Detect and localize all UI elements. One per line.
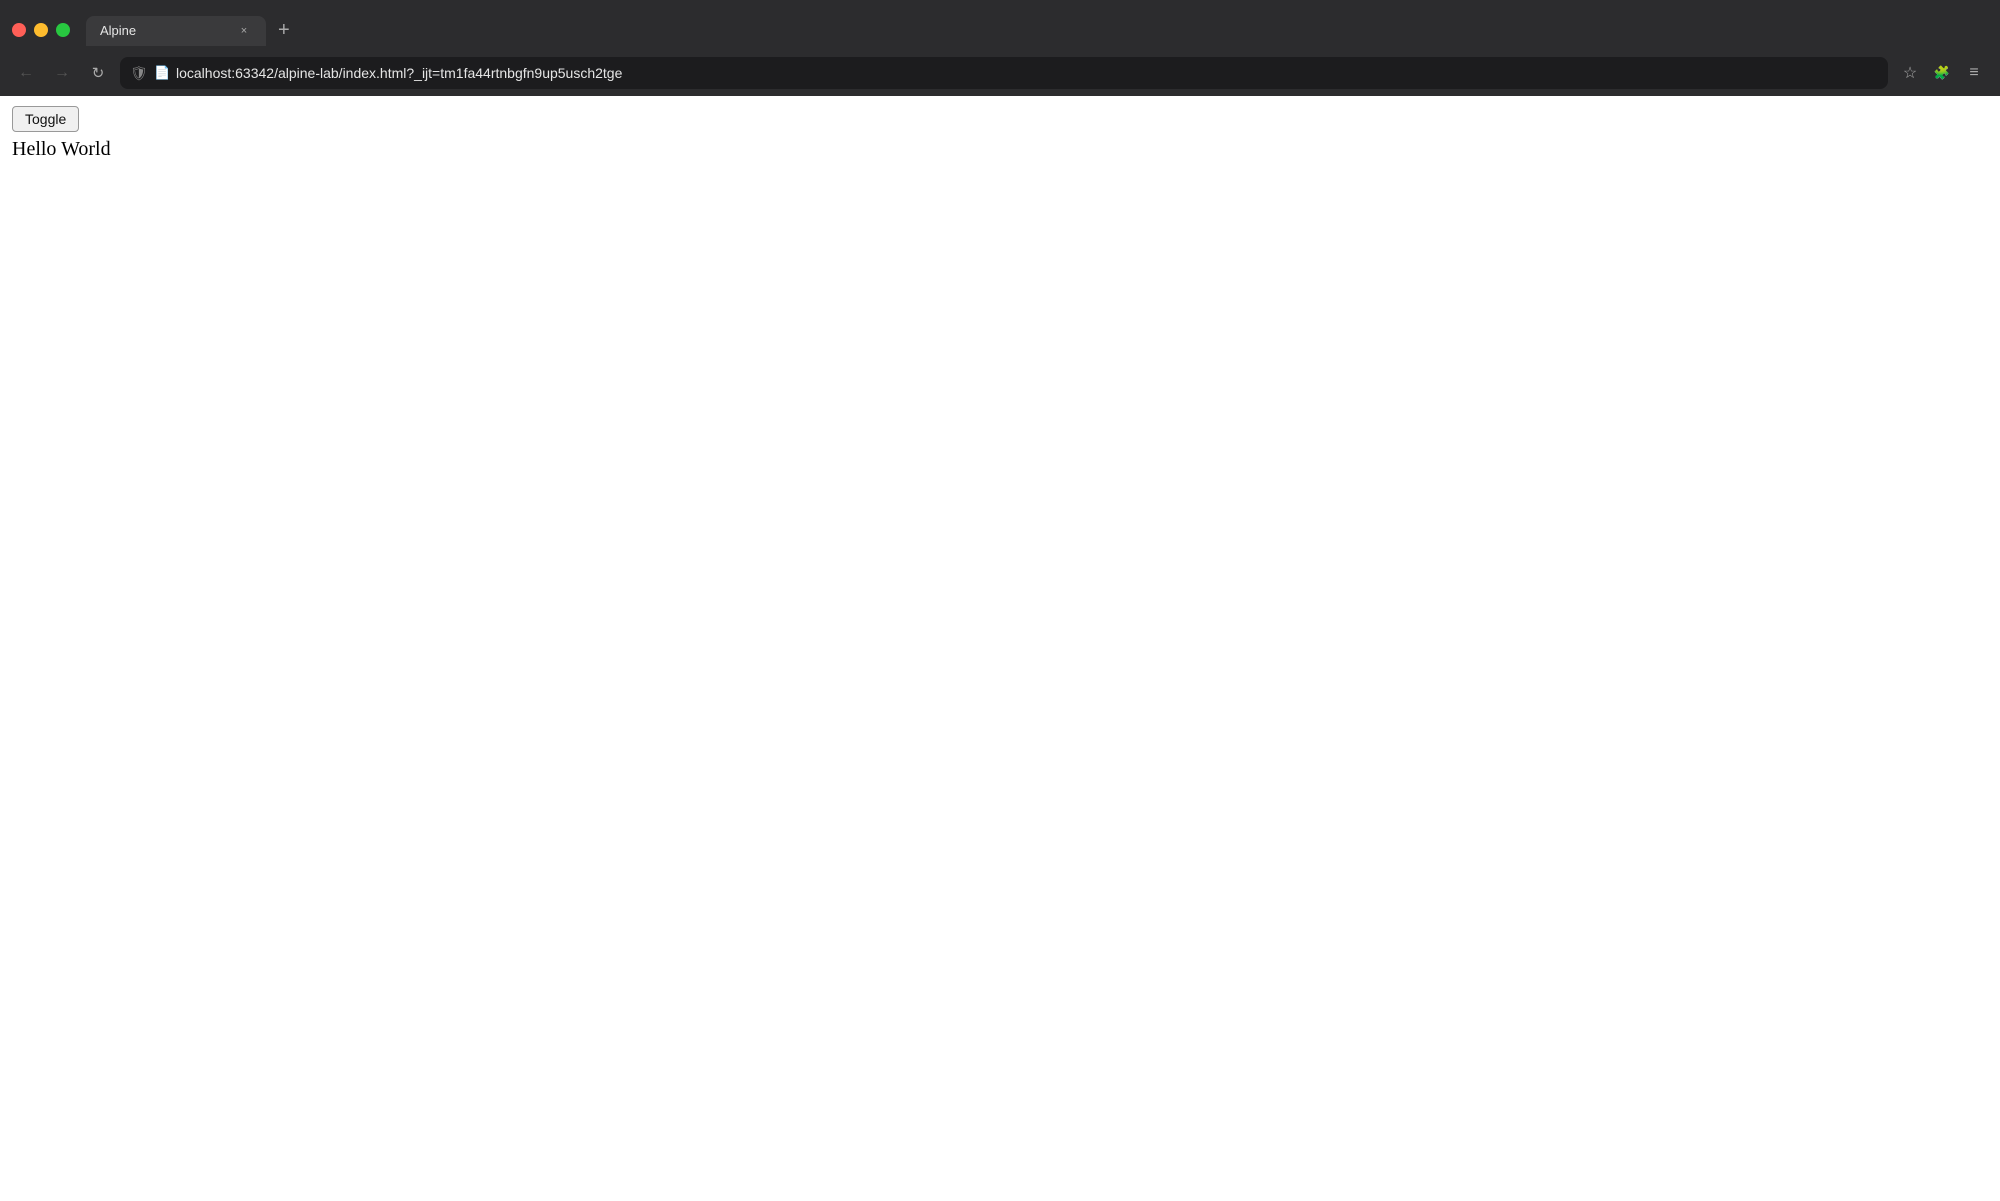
maximize-window-button[interactable] xyxy=(56,23,70,37)
reload-button[interactable]: ↻ xyxy=(84,59,112,87)
back-icon: ← xyxy=(18,64,34,82)
address-input[interactable] xyxy=(120,57,1888,89)
browser-tab[interactable]: Alpine × xyxy=(86,16,266,46)
address-bar-wrapper: 🛡 📄 xyxy=(120,57,1888,89)
tab-bar: Alpine × + xyxy=(86,15,1988,46)
extensions-button[interactable]: 🧩 xyxy=(1928,59,1956,87)
page-content: Toggle Hello World xyxy=(0,96,2000,1201)
bookmark-button[interactable]: ☆ xyxy=(1896,59,1924,87)
new-tab-button[interactable]: + xyxy=(270,15,298,46)
menu-button[interactable]: ≡ xyxy=(1960,59,1988,87)
title-bar: Alpine × + xyxy=(0,0,2000,52)
tab-close-button[interactable]: × xyxy=(236,23,252,39)
forward-icon: → xyxy=(54,64,70,82)
minimize-window-button[interactable] xyxy=(34,23,48,37)
back-button[interactable]: ← xyxy=(12,59,40,87)
window-controls xyxy=(12,23,70,37)
tab-title: Alpine xyxy=(100,23,228,38)
menu-icon: ≡ xyxy=(1969,64,1978,82)
close-window-button[interactable] xyxy=(12,23,26,37)
toggle-button[interactable]: Toggle xyxy=(12,106,79,132)
extensions-icon: 🧩 xyxy=(1934,65,1950,81)
toolbar-right: ☆ 🧩 ≡ xyxy=(1896,59,1988,87)
address-bar-row: ← → ↻ 🛡 📄 ☆ 🧩 ≡ xyxy=(0,52,2000,96)
browser-chrome: Alpine × + ← → ↻ 🛡 📄 ☆ 🧩 xyxy=(0,0,2000,96)
bookmark-icon: ☆ xyxy=(1903,63,1917,83)
forward-button[interactable]: → xyxy=(48,59,76,87)
reload-icon: ↻ xyxy=(92,64,105,82)
hello-world-text: Hello World xyxy=(12,138,1988,161)
